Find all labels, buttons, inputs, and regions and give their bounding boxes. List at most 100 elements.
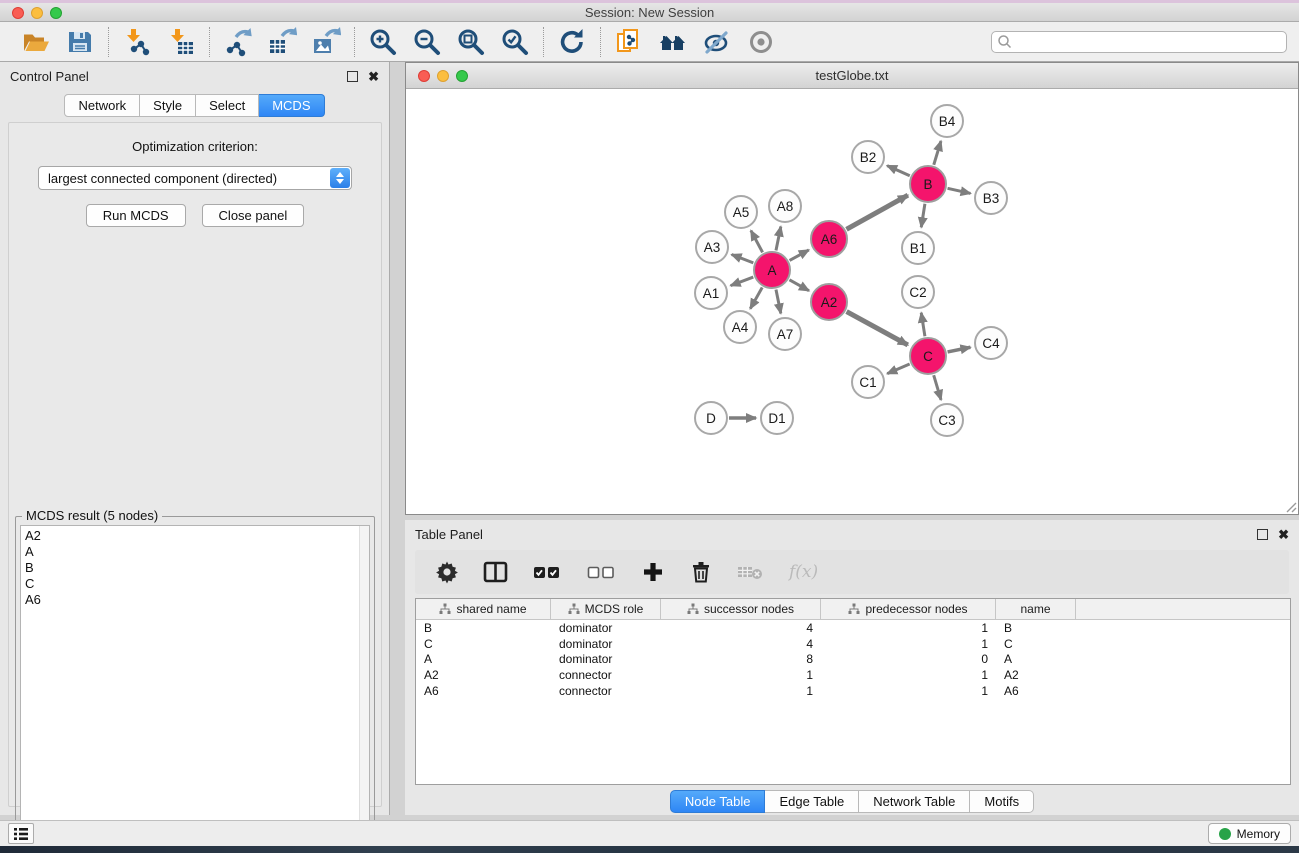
cell-predecessor-nodes[interactable]: 1 xyxy=(821,668,996,682)
zoom-window-button[interactable] xyxy=(50,7,62,19)
cell-predecessor-nodes[interactable]: 0 xyxy=(821,652,996,666)
mcds-result-list[interactable]: A2ABCA6 xyxy=(20,525,370,853)
edge-B-B3[interactable] xyxy=(948,188,971,193)
task-history-button[interactable] xyxy=(8,823,34,844)
graph-node-B2[interactable]: B2 xyxy=(851,140,885,174)
cell-predecessor-nodes[interactable]: 1 xyxy=(821,684,996,698)
resize-grip[interactable] xyxy=(1284,500,1297,513)
cell-MCDS-role[interactable]: dominator xyxy=(551,637,661,651)
cell-predecessor-nodes[interactable]: 1 xyxy=(821,621,996,635)
cell-predecessor-nodes[interactable]: 1 xyxy=(821,637,996,651)
cell-MCDS-role[interactable]: connector xyxy=(551,684,661,698)
edge-C-C2[interactable] xyxy=(921,313,925,336)
cell-successor-nodes[interactable]: 8 xyxy=(661,652,821,666)
edge-A2-C[interactable] xyxy=(847,312,908,345)
save-session-icon[interactable] xyxy=(64,26,96,58)
tab-edge-table[interactable]: Edge Table xyxy=(765,790,859,813)
graph-node-C4[interactable]: C4 xyxy=(974,326,1008,360)
cell-MCDS-role[interactable]: dominator xyxy=(551,652,661,666)
zoom-in-icon[interactable] xyxy=(367,26,399,58)
graph-node-D1[interactable]: D1 xyxy=(760,401,794,435)
tab-node-table[interactable]: Node Table xyxy=(670,790,766,813)
cell-shared-name[interactable]: C xyxy=(416,637,551,651)
criterion-select[interactable]: largest connected component (directed) xyxy=(38,166,352,190)
edge-B-B2[interactable] xyxy=(887,166,910,176)
cell-shared-name[interactable]: A xyxy=(416,652,551,666)
edge-B-B4[interactable] xyxy=(934,141,941,165)
close-panel-button[interactable]: Close panel xyxy=(202,204,305,227)
graph-node-C[interactable]: C xyxy=(909,337,947,375)
deselect-all-icon[interactable] xyxy=(587,558,617,586)
export-table-icon[interactable] xyxy=(266,26,298,58)
zoom-selected-icon[interactable] xyxy=(499,26,531,58)
graph-node-A[interactable]: A xyxy=(753,251,791,289)
result-list-item[interactable]: A6 xyxy=(25,592,369,608)
result-list-item[interactable]: A2 xyxy=(25,528,369,544)
cell-successor-nodes[interactable]: 4 xyxy=(661,621,821,635)
tab-network[interactable]: Network xyxy=(64,94,140,117)
edge-A-A6[interactable] xyxy=(790,250,809,260)
float-panel-icon[interactable] xyxy=(347,71,358,82)
column-header-MCDS-role[interactable]: MCDS role xyxy=(551,599,661,619)
result-list-item[interactable]: B xyxy=(25,560,369,576)
select-all-icon[interactable] xyxy=(533,558,563,586)
cell-MCDS-role[interactable]: dominator xyxy=(551,621,661,635)
table-row[interactable]: Adominator80A xyxy=(416,652,1290,668)
edge-B-B1[interactable] xyxy=(921,204,925,227)
export-network-icon[interactable] xyxy=(222,26,254,58)
import-table-icon[interactable] xyxy=(165,26,197,58)
function-builder-icon[interactable]: f(x) xyxy=(789,558,818,586)
close-window-button[interactable] xyxy=(12,7,24,19)
cell-shared-name[interactable]: A6 xyxy=(416,684,551,698)
graph-node-A7[interactable]: A7 xyxy=(768,317,802,351)
run-mcds-button[interactable]: Run MCDS xyxy=(86,204,186,227)
result-list-item[interactable]: A xyxy=(25,544,369,560)
cell-name[interactable]: A xyxy=(996,652,1076,666)
network-window-controls[interactable] xyxy=(418,70,468,82)
node-table[interactable]: shared nameMCDS rolesuccessor nodesprede… xyxy=(415,598,1291,785)
graph-node-C2[interactable]: C2 xyxy=(901,275,935,309)
graph-node-B[interactable]: B xyxy=(909,165,947,203)
edge-C-C4[interactable] xyxy=(948,347,971,352)
graph-node-B1[interactable]: B1 xyxy=(901,231,935,265)
delete-table-icon[interactable] xyxy=(737,558,765,586)
graph-node-A4[interactable]: A4 xyxy=(723,310,757,344)
result-list-item[interactable]: C xyxy=(25,576,369,592)
graph-node-A8[interactable]: A8 xyxy=(768,189,802,223)
column-header-predecessor-nodes[interactable]: predecessor nodes xyxy=(821,599,996,619)
network-window-titlebar[interactable]: testGlobe.txt xyxy=(406,63,1298,89)
tab-motifs[interactable]: Motifs xyxy=(970,790,1034,813)
cell-shared-name[interactable]: B xyxy=(416,621,551,635)
refresh-icon[interactable] xyxy=(556,26,588,58)
network-close-button[interactable] xyxy=(418,70,430,82)
zoom-out-icon[interactable] xyxy=(411,26,443,58)
edge-A-A3[interactable] xyxy=(732,255,754,263)
tab-network-table[interactable]: Network Table xyxy=(859,790,970,813)
edge-A-A1[interactable] xyxy=(731,277,754,286)
home-icon[interactable] xyxy=(657,26,689,58)
column-header-successor-nodes[interactable]: successor nodes xyxy=(661,599,821,619)
cell-name[interactable]: C xyxy=(996,637,1076,651)
hide-graphics-details-icon[interactable] xyxy=(701,26,733,58)
graph-node-C3[interactable]: C3 xyxy=(930,403,964,437)
graph-node-A1[interactable]: A1 xyxy=(694,276,728,310)
float-table-panel-icon[interactable] xyxy=(1257,529,1268,540)
cell-name[interactable]: A2 xyxy=(996,668,1076,682)
graph-node-A5[interactable]: A5 xyxy=(724,195,758,229)
table-settings-icon[interactable] xyxy=(435,558,459,586)
close-table-panel-icon[interactable]: ✖ xyxy=(1278,529,1289,540)
graph-node-B3[interactable]: B3 xyxy=(974,181,1008,215)
tab-mcds[interactable]: MCDS xyxy=(259,94,324,117)
close-panel-icon[interactable]: ✖ xyxy=(368,71,379,82)
show-columns-icon[interactable] xyxy=(483,558,509,586)
select-spinner-icon[interactable] xyxy=(330,168,350,188)
graph-node-A3[interactable]: A3 xyxy=(695,230,729,264)
show-graphics-details-icon[interactable] xyxy=(745,26,777,58)
cell-successor-nodes[interactable]: 1 xyxy=(661,668,821,682)
result-list-scrollbar[interactable] xyxy=(359,526,369,853)
open-session-icon[interactable] xyxy=(20,26,52,58)
window-controls[interactable] xyxy=(12,7,62,19)
cell-successor-nodes[interactable]: 1 xyxy=(661,684,821,698)
edge-A6-B[interactable] xyxy=(846,195,907,229)
edge-C-C1[interactable] xyxy=(887,364,909,374)
